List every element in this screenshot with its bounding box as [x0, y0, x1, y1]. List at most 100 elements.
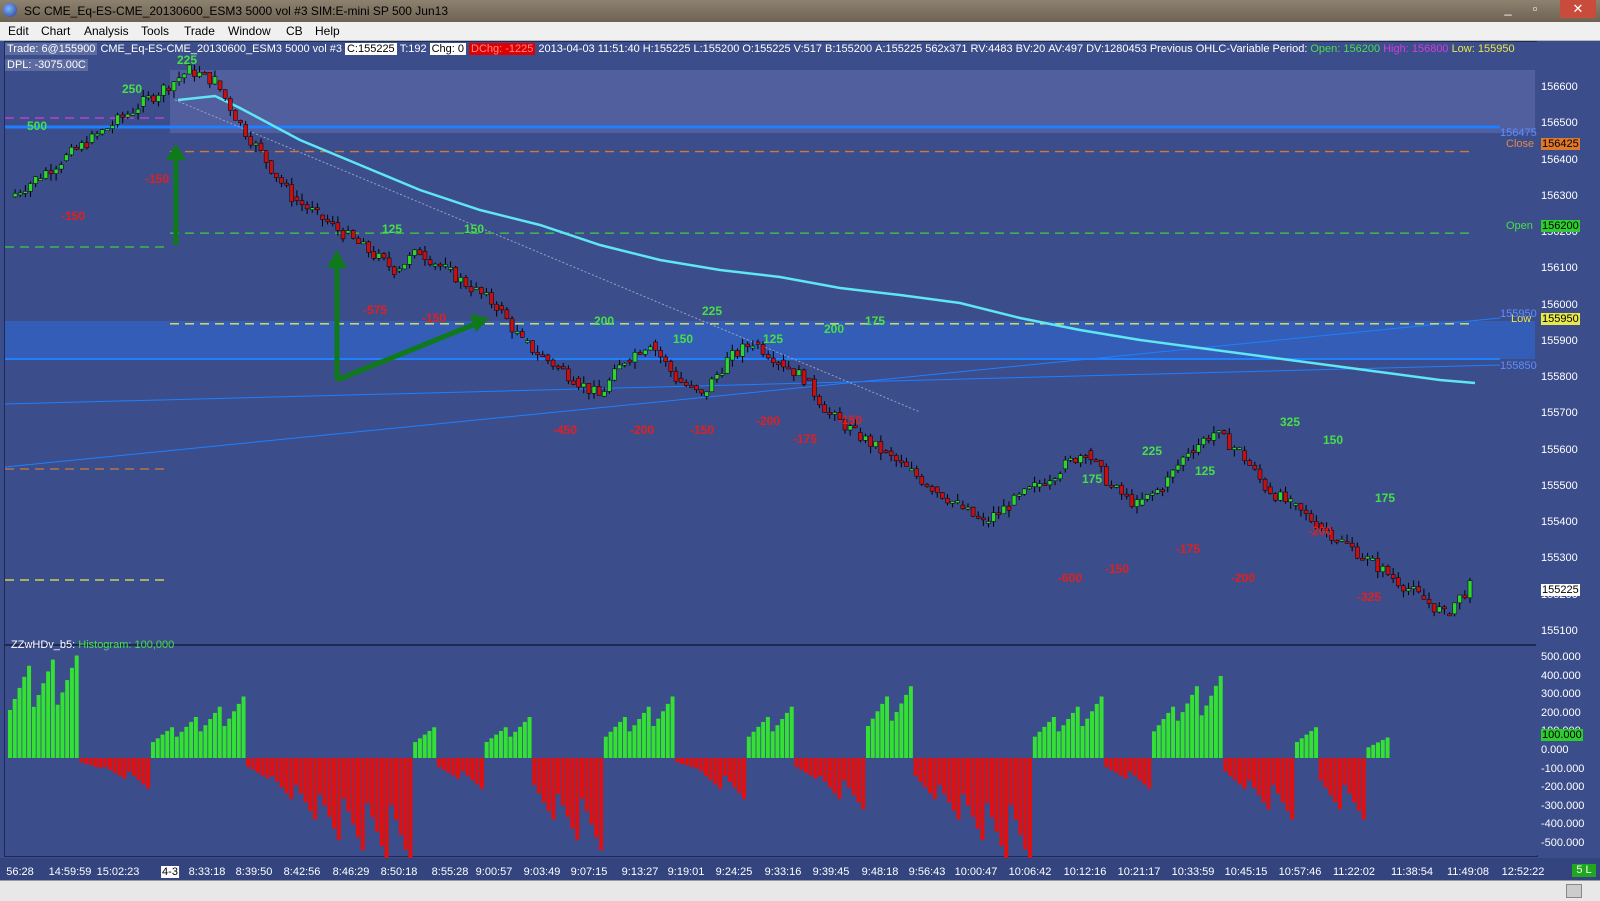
- histogram-bar: [608, 731, 613, 758]
- swing-label: 325: [1280, 415, 1300, 429]
- candle-body: [38, 178, 43, 181]
- histogram-bar: [684, 758, 689, 766]
- histogram-bar: [17, 687, 22, 758]
- time-tick-label: 10:45:15: [1224, 866, 1268, 878]
- time-tick-label: 4-3: [161, 866, 179, 878]
- histogram-bar: [394, 758, 399, 820]
- histogram-bar: [989, 758, 994, 818]
- candle-body: [79, 142, 84, 150]
- histogram-bar: [74, 655, 79, 758]
- histogram-bar: [1261, 758, 1266, 803]
- candle-body: [33, 176, 38, 184]
- candle-body: [1426, 598, 1432, 604]
- histogram-bar: [1304, 734, 1309, 758]
- candle-body: [28, 183, 33, 192]
- histogram-bar: [98, 758, 103, 769]
- candle-body: [581, 383, 587, 388]
- candle-body: [642, 349, 648, 355]
- candle-body: [105, 128, 110, 131]
- histogram-bar: [117, 758, 122, 776]
- histogram-bar: [136, 758, 141, 781]
- histogram-bar: [489, 738, 494, 758]
- histogram-bar: [537, 758, 542, 794]
- candle-body: [99, 129, 105, 135]
- candle-body: [914, 468, 919, 477]
- candle-body: [1437, 606, 1442, 613]
- candle-body: [1355, 546, 1360, 559]
- candle-body: [955, 500, 960, 504]
- candle-body: [69, 146, 74, 156]
- candle-body: [730, 350, 735, 361]
- histogram-tick-label: -100.000: [1541, 762, 1585, 775]
- histogram-bar: [594, 758, 599, 838]
- histogram-bar: [174, 736, 179, 758]
- candle-body: [1278, 491, 1283, 501]
- candle-body: [668, 361, 674, 372]
- open-level-tag: 156200: [1541, 220, 1580, 232]
- candle-body: [612, 368, 617, 381]
- histogram-bar: [465, 758, 470, 776]
- histogram-bar: [413, 742, 418, 758]
- swing-label: -450: [553, 423, 577, 437]
- swing-label: 175: [1082, 472, 1102, 486]
- histogram-bar: [856, 758, 861, 803]
- swing-label: -200: [756, 414, 780, 428]
- candle-body: [84, 142, 90, 149]
- candle-body: [1155, 489, 1160, 494]
- histogram-bar: [923, 758, 928, 788]
- candle-body: [1027, 486, 1032, 490]
- candle-body: [130, 112, 136, 116]
- candle-body: [678, 377, 684, 383]
- histogram-bar: [1328, 758, 1333, 795]
- time-tick-label: 10:12:16: [1063, 866, 1107, 878]
- candle-body: [504, 309, 510, 320]
- histogram-bar: [408, 758, 413, 865]
- histogram-bar: [818, 758, 823, 777]
- high-value: H:155225: [642, 43, 691, 55]
- histogram-bar: [546, 758, 551, 811]
- scrollbar-thumb[interactable]: [1566, 884, 1582, 898]
- histogram-bar: [379, 758, 384, 847]
- histogram-bar: [1204, 705, 1209, 758]
- histogram-bar: [789, 706, 794, 758]
- candle-body: [719, 373, 725, 376]
- candle-body: [1078, 455, 1083, 463]
- histogram-bar: [1352, 758, 1357, 803]
- candle-body: [1293, 503, 1299, 506]
- histogram-bar: [1085, 718, 1090, 758]
- candle-body: [1442, 606, 1447, 610]
- candle-body: [494, 303, 499, 311]
- candle-body: [125, 113, 131, 118]
- candle-body: [1201, 438, 1206, 445]
- histogram-bar: [589, 758, 594, 825]
- open-value: O:155225: [742, 43, 791, 55]
- histogram-bar: [584, 758, 589, 812]
- histogram-bar: [351, 758, 356, 825]
- histogram-bar: [932, 758, 937, 799]
- candle-body: [53, 168, 59, 174]
- candle-body: [1073, 457, 1078, 463]
- histogram-bar: [503, 727, 508, 758]
- histogram-bar: [370, 758, 375, 818]
- swing-label: 125: [1195, 464, 1215, 478]
- candle-body: [1401, 585, 1406, 592]
- time-tick-label: 10:00:47: [954, 866, 998, 878]
- candle-body: [23, 191, 28, 194]
- histogram-bar: [1051, 717, 1056, 758]
- horizontal-scrollbar[interactable]: [0, 880, 1600, 901]
- candle-body: [975, 515, 981, 519]
- blue-mid-label: 155950: [1500, 308, 1537, 320]
- candle-body: [1093, 459, 1099, 463]
- candle-body: [1308, 513, 1314, 522]
- histogram-bar: [31, 706, 36, 758]
- histogram-bar: [1333, 758, 1338, 803]
- histogram-bar: [565, 758, 570, 818]
- histogram-bar: [894, 712, 899, 758]
- histogram-bar: [560, 758, 565, 806]
- candle-body: [899, 460, 904, 464]
- histogram-bar: [808, 758, 813, 776]
- histogram-bar: [622, 717, 627, 758]
- candle-body: [1134, 499, 1140, 507]
- histogram-bar: [718, 758, 723, 789]
- histogram-bar: [260, 758, 265, 776]
